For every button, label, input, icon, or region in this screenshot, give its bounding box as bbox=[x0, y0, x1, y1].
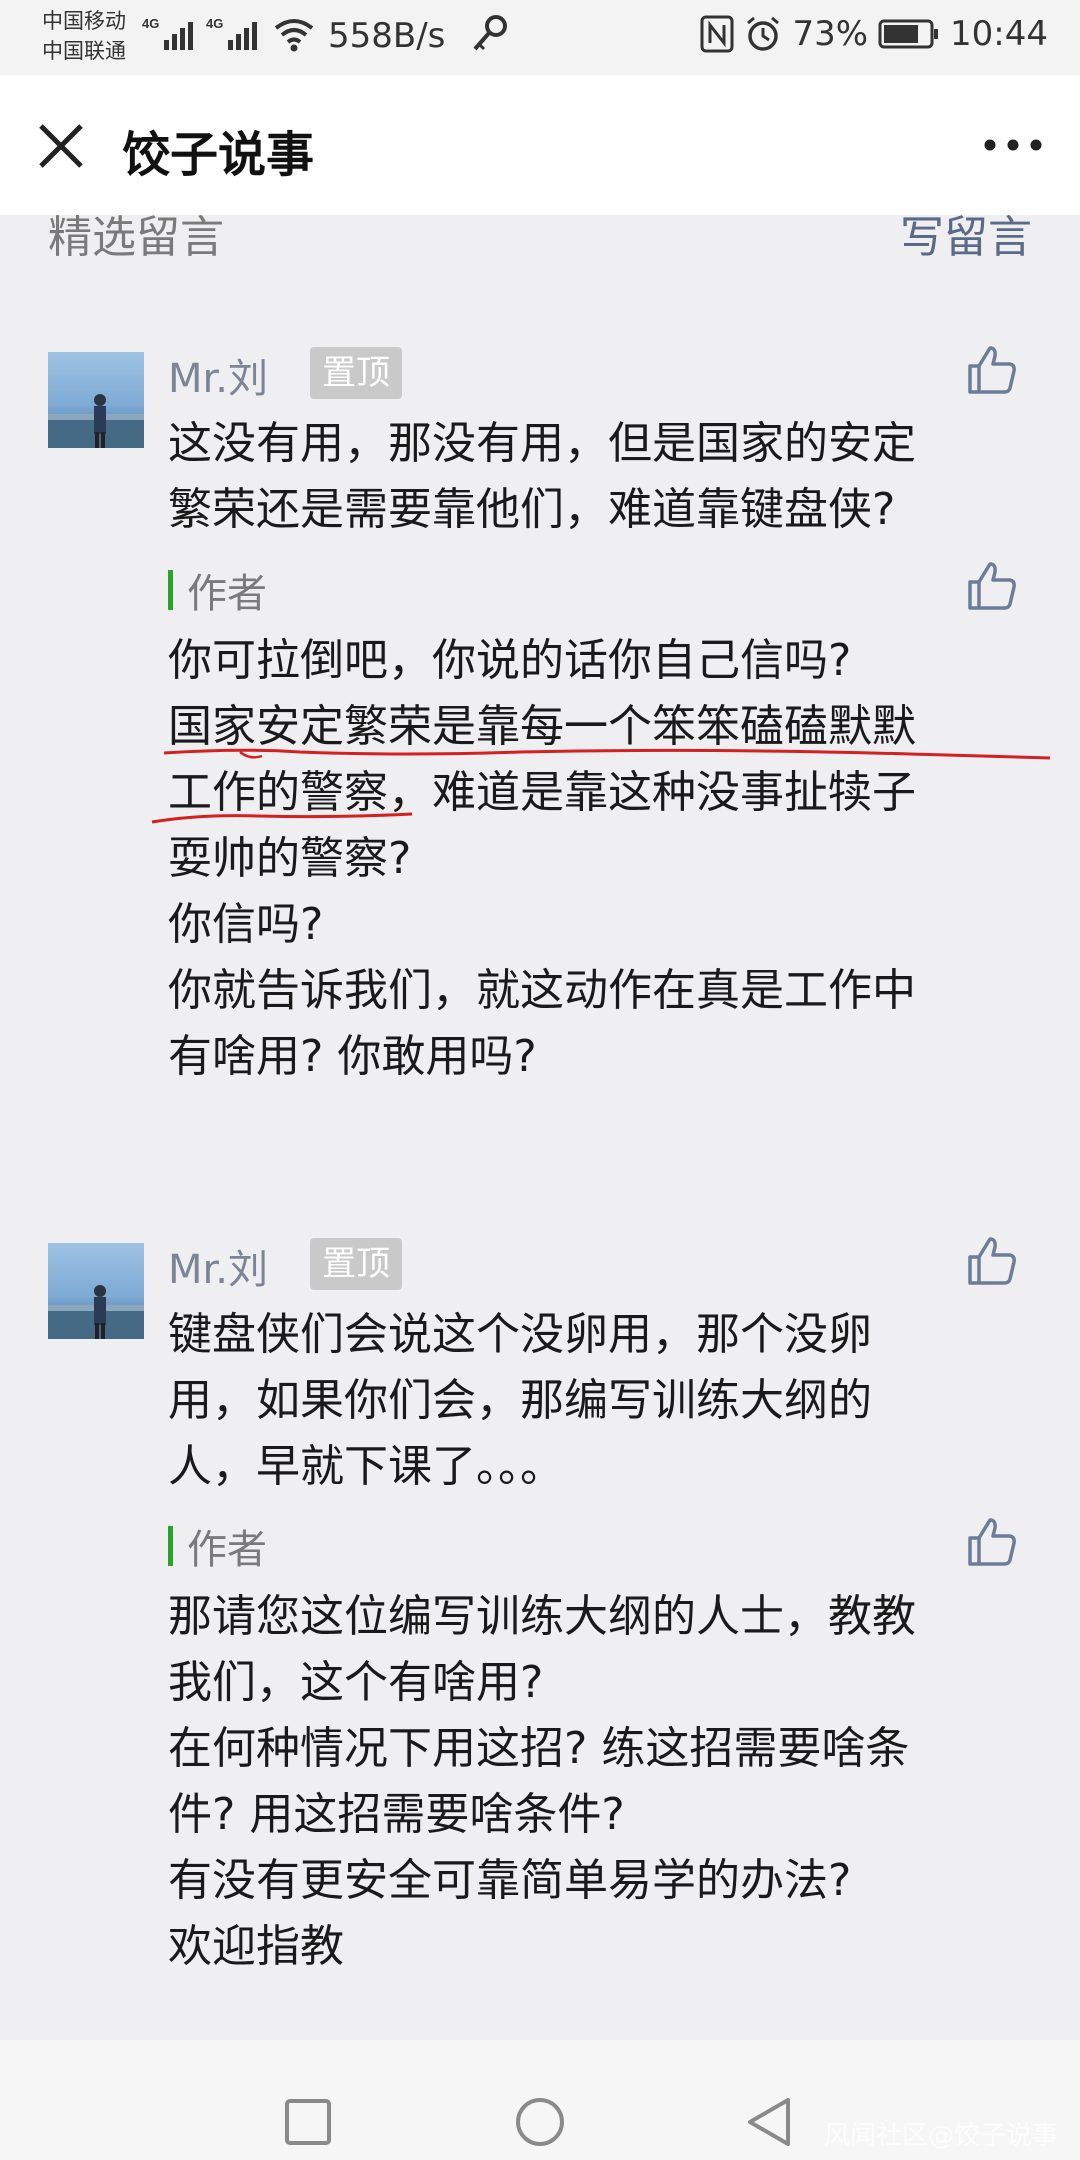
comment-line: 用，如果你们会，那编写训练大纲的 bbox=[168, 1375, 872, 1426]
reply-line: 工作的警察，难道是靠这种没事扯犊子 bbox=[168, 767, 916, 818]
author-reply-text: 那请您这位编写训练大纲的人士，教教 我们，这个有啥用? 在何种情况下用这招? 练… bbox=[168, 1584, 1028, 1980]
comment-nickname[interactable]: Mr.刘 bbox=[168, 346, 268, 404]
battery-percent: 73% bbox=[792, 14, 869, 54]
home-icon[interactable] bbox=[514, 2096, 566, 2148]
comments-section-header: 精选留言 写留言 bbox=[0, 215, 1080, 265]
clock: 10:44 bbox=[950, 14, 1048, 54]
comment-nickname[interactable]: Mr.刘 bbox=[168, 1237, 268, 1295]
carrier-label-1: 中国移动 bbox=[42, 9, 126, 33]
comment-line: 繁荣还是需要靠他们，难道靠键盘侠? bbox=[168, 484, 896, 535]
more-options-icon[interactable] bbox=[982, 135, 1044, 155]
svg-text:4G: 4G bbox=[142, 16, 159, 31]
like-icon[interactable] bbox=[966, 560, 1018, 612]
author-label: 作者 bbox=[187, 571, 267, 617]
author-reply-tag: 作者 bbox=[168, 1522, 267, 1573]
comment-line: 这没有用，那没有用，但是国家的安定 bbox=[168, 418, 916, 469]
reply-line: 你就告诉我们，就这动作在真是工作中 bbox=[168, 965, 916, 1016]
key-icon bbox=[473, 15, 507, 51]
pinned-badge: 置顶 bbox=[310, 1238, 402, 1290]
close-icon[interactable] bbox=[36, 121, 86, 171]
reply-line: 欢迎指教 bbox=[168, 1921, 344, 1972]
title-bar: 饺子说事 bbox=[0, 75, 1080, 215]
reply-line: 你可拉倒吧，你说的话你自己信吗? bbox=[168, 635, 852, 686]
nfc-icon bbox=[700, 15, 734, 53]
comment-line: 人，早就下课了。。。 bbox=[168, 1441, 564, 1492]
author-label: 作者 bbox=[187, 1527, 267, 1573]
comment-text: 这没有用，那没有用，但是国家的安定 繁荣还是需要靠他们，难道靠键盘侠? bbox=[168, 411, 1028, 543]
author-marker bbox=[168, 570, 173, 610]
like-icon[interactable] bbox=[966, 1516, 1018, 1568]
avatar[interactable] bbox=[48, 352, 144, 448]
reply-line: 我们，这个有啥用? bbox=[168, 1657, 544, 1708]
avatar-photo bbox=[48, 394, 144, 448]
signal-4g-icon-2: 4G bbox=[206, 16, 257, 50]
status-bar: 中国移动 中国联通 4G 4G 558B/s 73% 10:44 bbox=[0, 0, 1080, 75]
alarm-icon bbox=[747, 16, 780, 51]
comment-text: 键盘侠们会说这个没卵用，那个没卵 用，如果你们会，那编写训练大纲的 人，早就下课… bbox=[168, 1302, 1028, 1500]
reply-line: 国家安定繁荣是靠每一个笨笨磕磕默默 bbox=[168, 701, 916, 752]
author-reply-text: 你可拉倒吧，你说的话你自己信吗? 国家安定繁荣是靠每一个笨笨磕磕默默 工作的警察… bbox=[168, 628, 1028, 1090]
reply-line: 件? 用这招需要啥条件? bbox=[168, 1789, 625, 1840]
like-icon[interactable] bbox=[966, 344, 1018, 396]
write-comment-link[interactable]: 写留言 bbox=[900, 215, 1032, 265]
pinned-badge: 置顶 bbox=[310, 347, 402, 399]
author-marker bbox=[168, 1526, 173, 1566]
reply-line: 有啥用? 你敢用吗? bbox=[168, 1031, 537, 1082]
system-navigation-bar: 风闻社区@饺子说事 bbox=[0, 2040, 1080, 2160]
reply-line: 在何种情况下用这招? 练这招需要啥条 bbox=[168, 1723, 910, 1774]
back-icon[interactable] bbox=[744, 2096, 794, 2148]
watermark: 风闻社区@饺子说事 bbox=[823, 2121, 1058, 2151]
avatar[interactable] bbox=[48, 1243, 144, 1339]
wifi-icon bbox=[274, 19, 314, 52]
page-title: 饺子说事 bbox=[122, 127, 315, 183]
reply-line: 你信吗? bbox=[168, 899, 324, 950]
battery-icon bbox=[878, 19, 939, 49]
comment-line: 键盘侠们会说这个没卵用，那个没卵 bbox=[168, 1309, 872, 1360]
recent-apps-icon[interactable] bbox=[284, 2098, 332, 2146]
featured-comments-label: 精选留言 bbox=[48, 215, 224, 263]
author-reply-tag: 作者 bbox=[168, 566, 267, 617]
avatar-photo bbox=[48, 1285, 144, 1339]
like-icon[interactable] bbox=[966, 1235, 1018, 1287]
reply-line: 耍帅的警察? bbox=[168, 833, 412, 884]
carrier-label-2: 中国联通 bbox=[42, 39, 126, 63]
reply-line: 有没有更安全可靠简单易学的办法? bbox=[168, 1855, 852, 1906]
network-speed: 558B/s bbox=[328, 16, 446, 56]
signal-4g-icon: 4G bbox=[142, 16, 193, 50]
reply-line: 那请您这位编写训练大纲的人士，教教 bbox=[168, 1591, 916, 1642]
svg-text:4G: 4G bbox=[206, 16, 223, 31]
